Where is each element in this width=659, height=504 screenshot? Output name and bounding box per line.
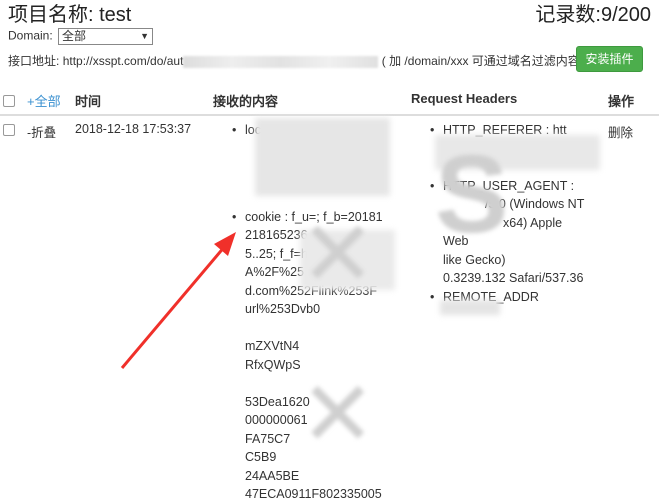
- annotation-arrow: [120, 232, 236, 369]
